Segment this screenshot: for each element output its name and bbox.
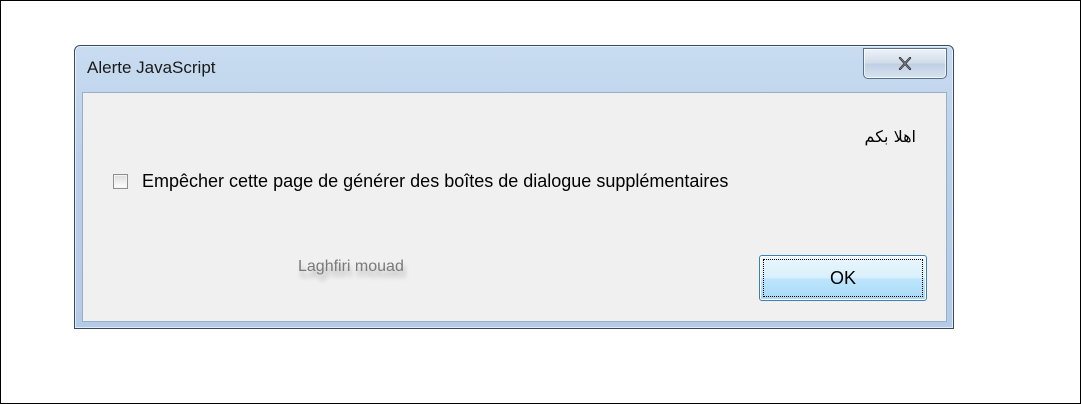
dialog-body: اهلا بكم Empêcher cette page de générer …: [82, 92, 947, 322]
alert-message: اهلا بكم: [864, 127, 916, 146]
ok-button-label: OK: [829, 267, 856, 288]
close-button[interactable]: [863, 48, 947, 79]
watermark-text: Laghfiri mouad: [298, 258, 404, 275]
close-x-icon: [898, 57, 912, 70]
suppress-dialogs-option[interactable]: Empêcher cette page de générer des boîte…: [113, 171, 728, 192]
suppress-dialogs-label[interactable]: Empêcher cette page de générer des boîte…: [142, 171, 728, 192]
alert-dialog: Alerte JavaScript اهلا بكم Empêcher cett…: [74, 45, 954, 329]
ok-button[interactable]: OK: [759, 255, 927, 301]
dialog-titlebar[interactable]: Alerte JavaScript: [75, 46, 953, 92]
dialog-title: Alerte JavaScript: [87, 58, 216, 77]
suppress-dialogs-checkbox[interactable]: [113, 174, 128, 189]
